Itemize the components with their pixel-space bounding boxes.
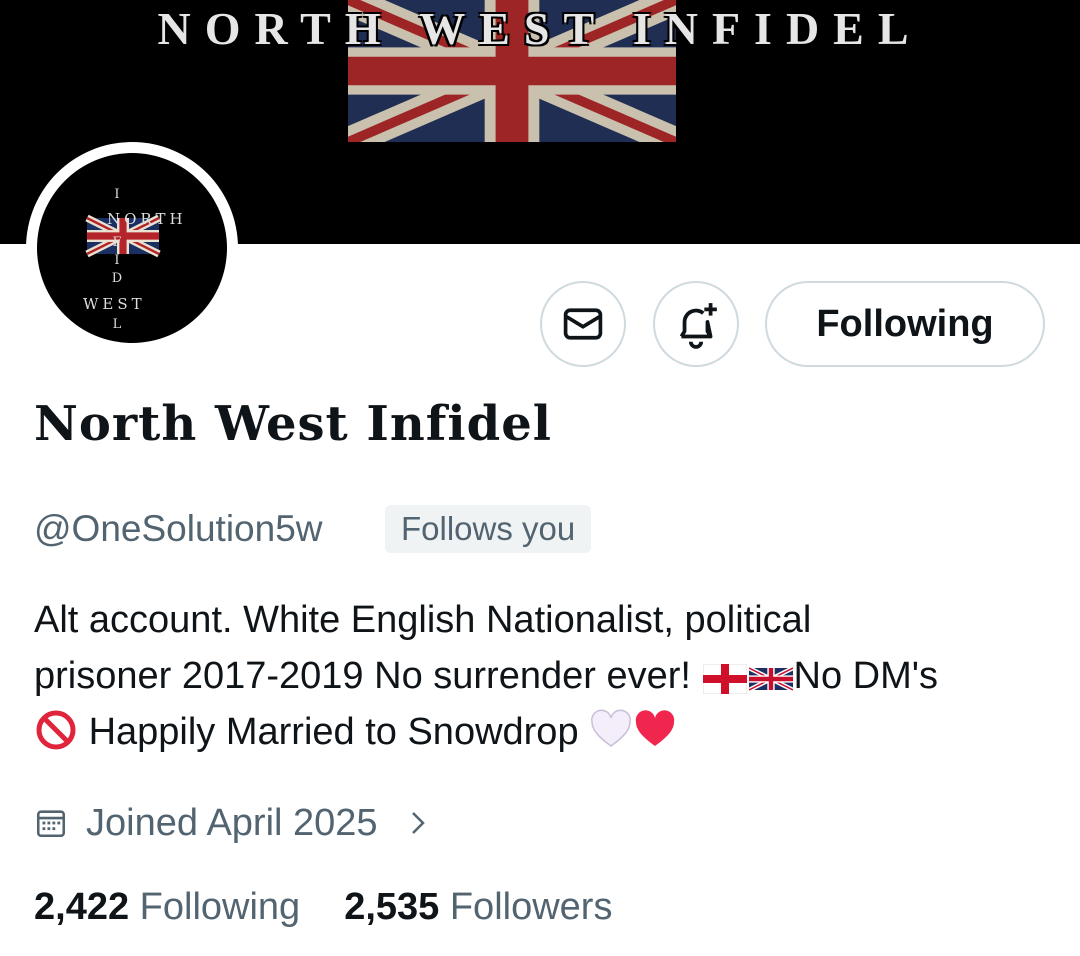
following-button[interactable]: Following [765, 281, 1045, 367]
following-stat[interactable]: 2,422 Following [34, 886, 300, 928]
svg-text:I: I [114, 187, 119, 202]
avatar-bottom-text: WEST [83, 295, 146, 313]
uk-flag-icon [748, 666, 793, 692]
follow-stats: 2,422 Following 2,535 Followers [34, 886, 612, 929]
follows-you-badge: Follows you [385, 505, 592, 553]
joined-row[interactable]: Joined April 2025 [34, 800, 428, 846]
display-name: North West Infidel [34, 396, 552, 452]
envelope-icon [563, 308, 603, 340]
svg-text:L: L [113, 317, 122, 332]
prohibited-icon [36, 710, 76, 750]
bio-line-3: Happily Married to Snowdrop [88, 711, 579, 753]
handle: @OneSolution5w [34, 508, 323, 549]
chevron-right-icon [411, 812, 425, 834]
avatar-top-text: NORTH [107, 210, 187, 228]
followers-label: Followers [449, 886, 613, 928]
bio: Alt account. White English Nationalist, … [34, 592, 1054, 760]
avatar[interactable]: NORTH WEST IFI DL [26, 142, 238, 354]
bio-line-2a: prisoner 2017-2019 No surrender ever! [34, 655, 691, 697]
followers-stat[interactable]: 2,535 Followers [344, 886, 612, 928]
avatar-logo: NORTH WEST IFI DL [83, 187, 187, 332]
svg-text:I: I [114, 253, 119, 268]
bio-line-2b: No DM's [793, 655, 939, 697]
calendar-icon [36, 810, 66, 838]
england-flag-icon [702, 664, 747, 694]
svg-text:D: D [112, 271, 122, 286]
banner-title: NORTH WEST INFIDEL [157, 3, 923, 54]
svg-text:F: F [112, 235, 121, 250]
joined-date: Joined April 2025 [86, 801, 378, 844]
following-label: Following [139, 886, 301, 928]
notify-button[interactable] [653, 281, 739, 367]
message-button[interactable] [540, 281, 626, 367]
white-heart-icon [591, 709, 632, 747]
red-heart-icon [635, 710, 675, 746]
bell-plus-icon [679, 303, 717, 349]
followers-count: 2,535 [344, 886, 440, 928]
bio-line-1: Alt account. White English Nationalist, … [34, 599, 812, 641]
following-count: 2,422 [34, 886, 130, 928]
